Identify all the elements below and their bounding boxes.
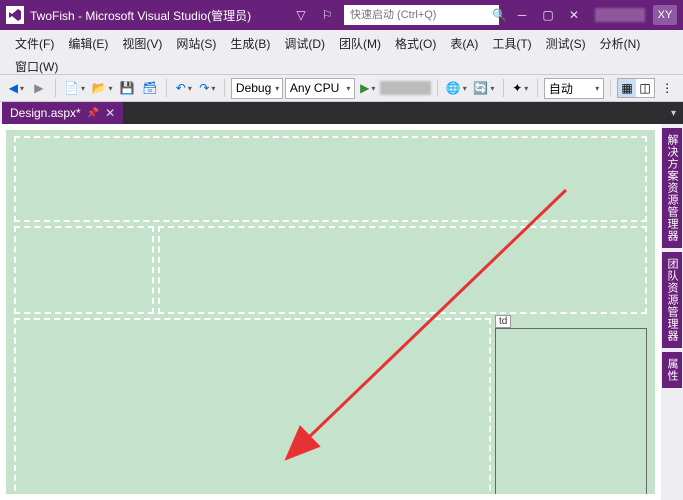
menu-debug[interactable]: 调试(D) <box>277 32 332 55</box>
new-item-button[interactable]: ✦ <box>509 77 531 99</box>
menu-build[interactable]: 生成(B) <box>223 32 277 55</box>
minimize-button[interactable]: ─ <box>509 4 535 26</box>
undo-button[interactable]: ↶ <box>173 77 195 99</box>
menu-test[interactable]: 测试(S) <box>539 32 593 55</box>
designer-surface[interactable] <box>0 124 661 500</box>
close-button[interactable]: ✕ <box>561 4 587 26</box>
sidebar-solution-explorer[interactable]: 解决方案资源管理器 <box>662 128 682 248</box>
new-project-button[interactable]: 📄 <box>62 77 88 99</box>
save-button[interactable]: 💾 <box>117 77 138 99</box>
vs-logo <box>6 6 24 24</box>
tab-label: Design.aspx* <box>10 106 81 120</box>
user-badge[interactable]: XY <box>653 5 677 25</box>
flag-icon[interactable]: ⚐ <box>314 4 340 26</box>
menubar: 文件(F) 编辑(E) 视图(V) 网站(S) 生成(B) 调试(D) 团队(M… <box>0 30 683 74</box>
nav-fwd-button[interactable]: ▶ <box>29 77 49 99</box>
close-icon[interactable]: ✕ <box>105 106 115 120</box>
menu-tools[interactable]: 工具(T) <box>485 32 538 55</box>
quick-launch-input[interactable] <box>350 9 492 21</box>
design-view-icon[interactable]: ▦ <box>618 79 636 97</box>
menu-edit[interactable]: 编辑(E) <box>61 32 115 55</box>
save-all-button[interactable]: 🗃 <box>139 77 160 99</box>
sidebar-team-explorer[interactable]: 团队资源管理器 <box>662 252 682 348</box>
titlebar: TwoFish - Microsoft Visual Studio(管理员) ▽… <box>0 0 683 30</box>
table-cell[interactable] <box>14 318 491 494</box>
tab-dropdown-icon[interactable]: ▾ <box>668 108 679 119</box>
start-debug-button[interactable]: ▶ <box>357 77 378 99</box>
browser-button[interactable]: 🌐 <box>443 77 469 99</box>
nav-back-button[interactable]: ◀ <box>6 77 27 99</box>
toolbar: ◀ ▶ 📄 📂 💾 🗃 ↶ ↷ Debug Any CPU ▶ 🌐 🔄 ✦ 自动… <box>0 74 683 102</box>
design-canvas[interactable] <box>6 130 655 494</box>
menu-table[interactable]: 表(A) <box>443 32 485 55</box>
zoom-combo[interactable]: 自动 <box>544 78 604 99</box>
document-tabs: Design.aspx* 📌 ✕ ▾ <box>0 102 683 124</box>
menu-website[interactable]: 网站(S) <box>169 32 223 55</box>
redo-button[interactable]: ↷ <box>197 77 219 99</box>
start-target <box>380 81 430 95</box>
menu-analyze[interactable]: 分析(N) <box>593 32 648 55</box>
menu-format[interactable]: 格式(O) <box>388 32 443 55</box>
quick-launch[interactable]: 🔍 <box>344 5 499 25</box>
table-cell[interactable] <box>14 136 647 222</box>
menu-team[interactable]: 团队(M) <box>332 32 388 55</box>
user-name <box>595 8 645 22</box>
config-combo[interactable]: Debug <box>231 78 283 99</box>
search-icon: 🔍 <box>492 8 507 22</box>
table-cell[interactable] <box>14 226 154 314</box>
tab-active[interactable]: Design.aspx* 📌 ✕ <box>2 102 123 124</box>
filter-icon[interactable]: ▽ <box>288 4 314 26</box>
view-toggle[interactable]: ▦ ◫ <box>617 78 655 98</box>
right-sidebar: 解决方案资源管理器 团队资源管理器 属性 <box>661 124 683 500</box>
pin-icon[interactable]: 📌 <box>87 108 99 119</box>
refresh-button[interactable]: 🔄 <box>471 77 497 99</box>
maximize-button[interactable]: ▢ <box>535 4 561 26</box>
table-cell[interactable] <box>158 226 647 314</box>
sidebar-properties[interactable]: 属性 <box>662 352 682 388</box>
selected-cell[interactable] <box>495 328 647 494</box>
platform-combo[interactable]: Any CPU <box>285 78 355 99</box>
toolbar-overflow[interactable]: ⋮ <box>657 77 677 99</box>
menu-view[interactable]: 视图(V) <box>115 32 169 55</box>
menu-file[interactable]: 文件(F) <box>8 32 61 55</box>
open-button[interactable]: 📂 <box>89 77 115 99</box>
window-title: TwoFish - Microsoft Visual Studio(管理员) <box>30 7 251 24</box>
split-view-icon[interactable]: ◫ <box>636 79 654 97</box>
